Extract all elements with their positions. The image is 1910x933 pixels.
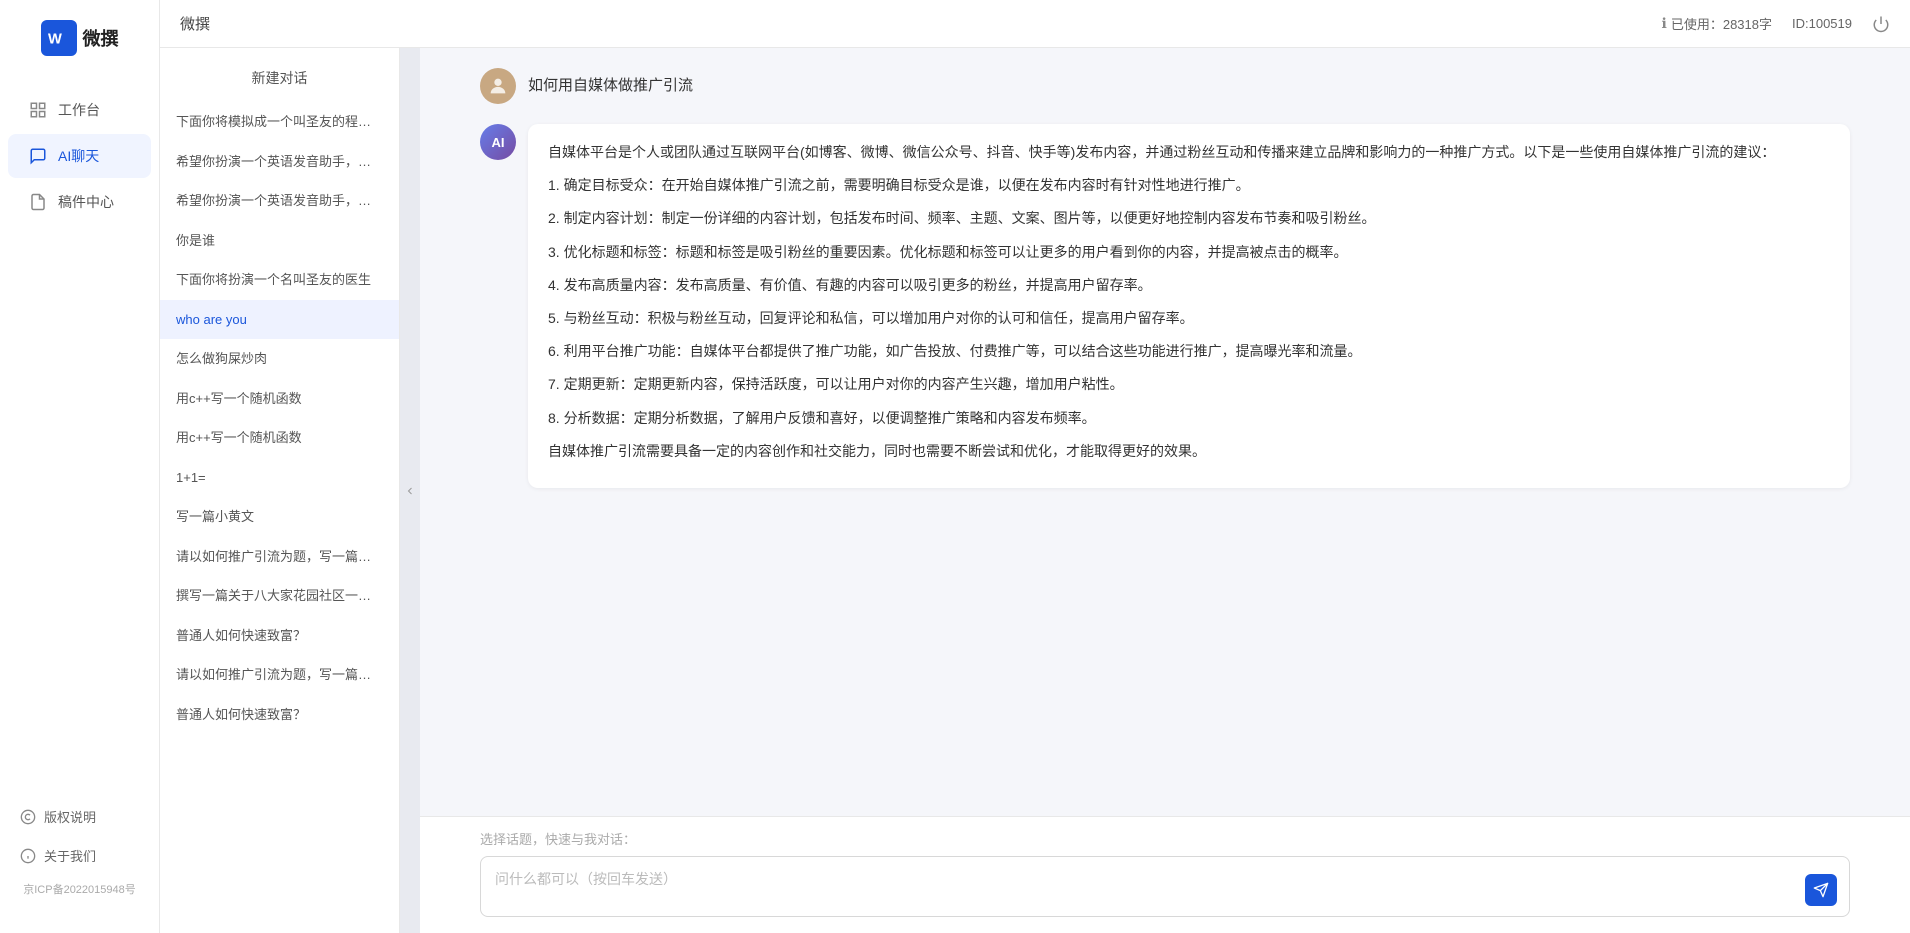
power-icon[interactable] xyxy=(1872,15,1890,33)
w-icon: W xyxy=(48,27,70,49)
chat-item[interactable]: 普通人如何快速致富？ xyxy=(160,616,399,656)
content: 新建对话 下面你将模拟成一个叫圣友的程序员，我说... 希望你扮演一个英语发音助… xyxy=(160,48,1910,933)
usage-text: 已使用：28318字 xyxy=(1671,14,1772,33)
send-icon xyxy=(1813,882,1829,898)
aichat-label: AI聊天 xyxy=(58,146,99,166)
chat-item[interactable]: 1+1= xyxy=(160,458,399,498)
chat-item[interactable]: 普通人如何快速致富？ xyxy=(160,695,399,735)
ai-message-content: 自媒体平台是个人或团队通过互联网平台(如博客、微博、微信公众号、抖音、快手等)发… xyxy=(528,124,1850,488)
topbar-title: 微撰 xyxy=(180,13,210,34)
grid-icon xyxy=(28,100,48,120)
chat-item[interactable]: 用c++写一个随机函数 xyxy=(160,418,399,458)
ai-message: AI 自媒体平台是个人或团队通过互联网平台(如博客、微博、微信公众号、抖音、快手… xyxy=(480,124,1850,488)
chat-item[interactable]: 希望你扮演一个英语发音助手，我提供给你... xyxy=(160,142,399,182)
chat-item[interactable]: 撰写一篇关于八大家花园社区一刻钟便民生... xyxy=(160,576,399,616)
quick-hint: 选择话题，快速与我对话： xyxy=(480,829,1850,848)
chat-list: 新建对话 下面你将模拟成一个叫圣友的程序员，我说... 希望你扮演一个英语发音助… xyxy=(160,48,400,933)
chat-item[interactable]: 请以如何推广引流为题，写一篇大纲 xyxy=(160,537,399,577)
topbar-right: ℹ 已使用：28318字 ID:100519 xyxy=(1662,14,1890,33)
collapse-button[interactable] xyxy=(400,48,420,933)
input-area: 选择话题，快速与我对话： xyxy=(420,816,1910,933)
send-button[interactable] xyxy=(1805,874,1837,906)
usage-icon: ℹ xyxy=(1662,15,1667,32)
avatar-icon xyxy=(487,75,509,97)
chat-item[interactable]: 怎么做狗屎炒肉 xyxy=(160,339,399,379)
copyright-label: 版权说明 xyxy=(44,807,96,826)
sidebar-item-aichat[interactable]: AI聊天 xyxy=(8,134,151,178)
logo: W 微撰 xyxy=(41,20,119,56)
workbench-label: 工作台 xyxy=(58,100,100,120)
nav-items: 工作台 AI聊天 稿件中心 xyxy=(0,86,159,787)
draft-label: 稿件中心 xyxy=(58,192,114,212)
chat-item-active[interactable]: who are you xyxy=(160,300,399,340)
file-icon xyxy=(28,192,48,212)
about-label: 关于我们 xyxy=(44,846,96,865)
chat-item[interactable]: 请以如何推广引流为题，写一篇大纲 xyxy=(160,655,399,695)
chat-area: 如何用自媒体做推广引流 AI 自媒体平台是个人或团队通过互联网平台(如博客、微博… xyxy=(420,48,1910,933)
user-message-text: 如何用自媒体做推广引流 xyxy=(528,68,693,95)
messages-container: 如何用自媒体做推广引流 AI 自媒体平台是个人或团队通过互联网平台(如博客、微博… xyxy=(420,48,1910,816)
chat-item[interactable]: 你是谁 xyxy=(160,221,399,261)
chat-item[interactable]: 写一篇小黄文 xyxy=(160,497,399,537)
app-name: 微撰 xyxy=(83,25,119,51)
sidebar-item-workbench[interactable]: 工作台 xyxy=(8,88,151,132)
copyright-icon xyxy=(20,809,36,825)
sidebar: W 微撰 工作台 AI聊天 xyxy=(0,0,160,933)
chat-item[interactable]: 希望你扮演一个英语发音助手，我提供给你... xyxy=(160,181,399,221)
user-avatar xyxy=(480,68,516,104)
message-input[interactable] xyxy=(481,857,1849,913)
input-box xyxy=(480,856,1850,917)
icp-text: 京ICP备2022015948号 xyxy=(8,875,151,903)
info-icon xyxy=(20,848,36,864)
new-chat-button[interactable]: 新建对话 xyxy=(160,58,399,102)
topbar: 微撰 ℹ 已使用：28318字 ID:100519 xyxy=(160,0,1910,48)
id-text: ID:100519 xyxy=(1792,16,1852,31)
logo-icon: W xyxy=(41,20,77,56)
about-item[interactable]: 关于我们 xyxy=(8,836,151,875)
chat-icon xyxy=(28,146,48,166)
chat-item[interactable]: 用c++写一个随机函数 xyxy=(160,379,399,419)
ai-avatar: AI xyxy=(480,124,516,160)
chat-item[interactable]: 下面你将扮演一个名叫圣友的医生 xyxy=(160,260,399,300)
sidebar-bottom: 版权说明 关于我们 京ICP备2022015948号 xyxy=(0,787,159,913)
main: 微撰 ℹ 已使用：28318字 ID:100519 新建对话 下面你将模拟成一个… xyxy=(160,0,1910,933)
chevron-left-icon xyxy=(404,485,416,497)
svg-text:W: W xyxy=(48,32,62,48)
copyright-item[interactable]: 版权说明 xyxy=(8,797,151,836)
user-message: 如何用自媒体做推广引流 xyxy=(480,68,1850,104)
sidebar-item-draft[interactable]: 稿件中心 xyxy=(8,180,151,224)
chat-item[interactable]: 下面你将模拟成一个叫圣友的程序员，我说... xyxy=(160,102,399,142)
usage-info: ℹ 已使用：28318字 xyxy=(1662,14,1772,33)
